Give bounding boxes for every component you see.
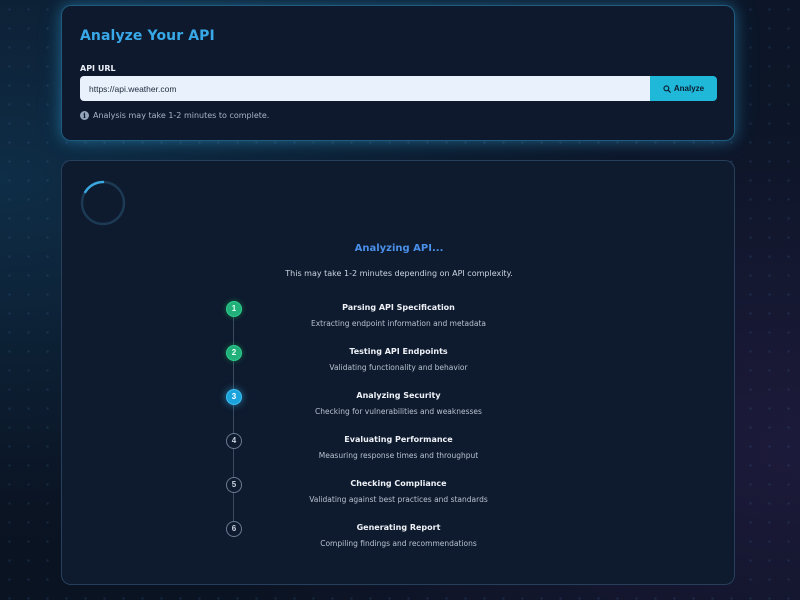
url-input-row: Analyze — [80, 76, 717, 101]
step-item: 3 Analyzing Security Checking for vulner… — [62, 389, 736, 421]
analyze-button-label: Analyze — [673, 84, 705, 93]
loading-spinner-icon — [80, 180, 126, 226]
step-item: 5 Checking Compliance Validating against… — [62, 477, 736, 509]
step-title: Parsing API Specification — [342, 303, 455, 312]
search-icon — [663, 84, 671, 93]
step-item: 4 Evaluating Performance Measuring respo… — [62, 433, 736, 465]
step-title: Checking Compliance — [350, 479, 447, 488]
step-description: Compiling findings and recommendations — [320, 539, 477, 548]
analysis-hint-text: Analysis may take 1-2 minutes to complet… — [93, 111, 270, 120]
step-description: Measuring response times and throughput — [318, 451, 479, 460]
api-url-label: API URL — [80, 64, 116, 73]
step-title: Generating Report — [356, 523, 441, 532]
step-description: Validating functionality and behavior — [329, 363, 468, 372]
analyze-button[interactable]: Analyze — [650, 76, 717, 101]
info-icon: i — [80, 111, 89, 120]
step-item: 6 Generating Report Compiling findings a… — [62, 521, 736, 553]
step-description: Checking for vulnerabilities and weaknes… — [315, 407, 482, 416]
api-url-input[interactable] — [80, 76, 650, 101]
analyzing-title: Analyzing API... — [354, 243, 444, 254]
step-item: 2 Testing API Endpoints Validating funct… — [62, 345, 736, 377]
analyzing-subtitle: This may take 1-2 minutes depending on A… — [285, 269, 513, 278]
step-title: Evaluating Performance — [344, 435, 453, 444]
progress-card: Analyzing API... This may take 1-2 minut… — [61, 160, 735, 585]
analysis-hint: i Analysis may take 1-2 minutes to compl… — [80, 111, 269, 120]
step-description: Extracting endpoint information and meta… — [311, 319, 486, 328]
analyze-title: Analyze Your API — [80, 28, 215, 44]
step-description: Validating against best practices and st… — [309, 495, 488, 504]
step-title: Testing API Endpoints — [349, 347, 448, 356]
step-title: Analyzing Security — [356, 391, 441, 400]
step-item: 1 Parsing API Specification Extracting e… — [62, 301, 736, 333]
analyze-card: Analyze Your API API URL Analyze i Analy… — [61, 5, 735, 141]
